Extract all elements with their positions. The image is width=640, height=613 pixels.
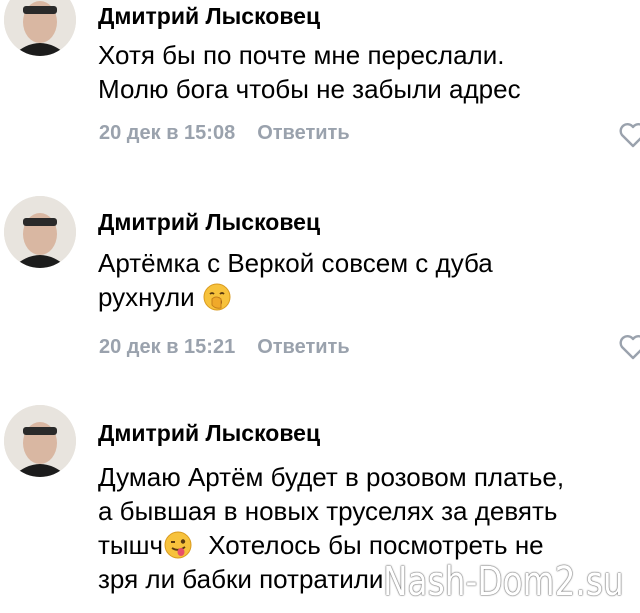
comment-text: Хотя бы по почте мне переслали. Молю бог… [98,38,638,106]
comment-date[interactable]: 20 дек в 15:08 [99,122,235,144]
comment-date[interactable]: 20 дек в 15:21 [99,336,235,358]
comment-line: Хотелось бы посмотреть не [208,530,544,560]
comment-line: Думаю Артём будет в розовом платье, [98,462,565,492]
author-avatar[interactable] [4,405,76,477]
author-name[interactable]: Дмитрий Лысковец [98,208,320,236]
comment-line: тышч [98,530,163,560]
comment-line: а бывшая в новых труселях за девять [98,496,558,526]
comment-line-with-emoji: тышч Хотелось бы посмотреть не [98,528,638,562]
yawning-face-emoji-icon [203,283,231,311]
author-name[interactable]: Дмитрий Лысковец [98,2,320,30]
comment-meta: 20 дек в 15:08 Ответить [99,122,350,145]
heart-icon[interactable] [618,120,640,150]
reply-button[interactable]: Ответить [257,122,349,144]
comment-meta: 20 дек в 15:21 Ответить [99,336,350,359]
reply-button[interactable]: Ответить [257,336,349,358]
watermark: Nash-Dom2.su [383,559,624,605]
author-avatar[interactable] [4,196,76,268]
heart-icon[interactable] [618,332,640,362]
winking-tongue-emoji-icon [164,531,192,559]
comment-text: Артёмка с Веркой совсем с дуба рухнули [98,246,638,314]
comment-line: Хотя бы по почте мне переслали. [98,40,505,70]
comment-line: Молю бога чтобы не забыли адрес [98,74,521,104]
comment-line-with-emoji: рухнули [98,280,638,314]
author-avatar[interactable] [4,0,76,56]
comment-line: рухнули [98,282,195,312]
author-name[interactable]: Дмитрий Лысковец [98,419,320,447]
comment-line: Артёмка с Веркой совсем с дуба [98,248,493,278]
